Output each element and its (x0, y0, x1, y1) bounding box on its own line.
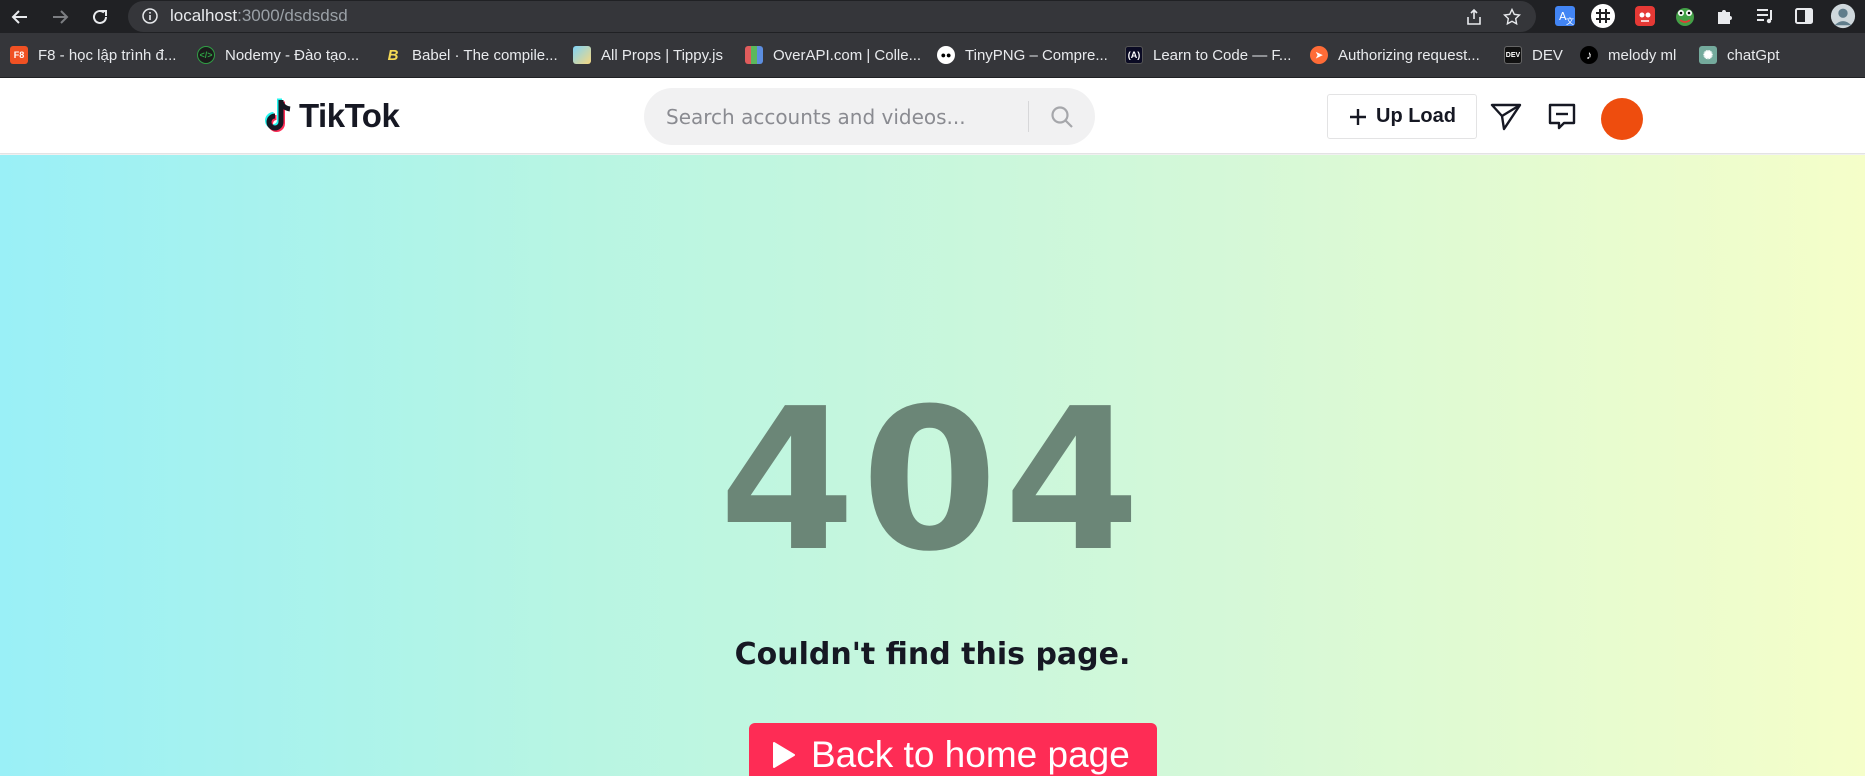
url-text[interactable]: localhost:3000/dsdsdsd (170, 6, 348, 26)
bookmark-label: Learn to Code — F... (1153, 46, 1292, 64)
bookmark-postman[interactable]: ➤ Authorizing request... (1310, 44, 1480, 66)
send-icon[interactable] (1489, 100, 1523, 134)
bookmark-label: melody ml (1608, 46, 1677, 64)
bookmark-melody[interactable]: ♪ melody ml (1580, 44, 1676, 66)
error-code: 404 (718, 367, 1147, 595)
bookmarks-bar: F8 F8 - học lập trình đ... </> Nodemy - … (0, 33, 1865, 78)
media-list-icon[interactable] (1752, 3, 1778, 29)
logo-text: TikTok (299, 97, 400, 134)
error-message: Couldn't find this page. (734, 637, 1131, 672)
bookmark-overapi[interactable]: OverAPI.com | Colle... (745, 44, 921, 66)
profile-icon[interactable] (1830, 3, 1856, 29)
dev-icon: DEV (1504, 46, 1522, 64)
bookmark-label: Babel · The compile... (412, 46, 558, 64)
bookmark-label: DEV (1532, 46, 1563, 64)
search-button[interactable] (1038, 96, 1086, 137)
not-found-page: 404 Couldn't find this page. Back to hom… (0, 155, 1865, 776)
search-box (644, 88, 1095, 145)
app-header: TikTok Up Load (0, 78, 1865, 154)
search-input[interactable] (666, 88, 1056, 145)
bookmark-label: All Props | Tippy.js (601, 46, 723, 64)
reload-icon[interactable] (87, 4, 113, 30)
mascot-icon[interactable] (1632, 3, 1658, 29)
tiktok-icon: ♪ (1580, 46, 1598, 64)
bookmark-tippy[interactable]: All Props | Tippy.js (573, 44, 723, 66)
arrow-left-icon[interactable] (7, 4, 33, 30)
tippy-icon (573, 46, 591, 64)
tiktok-note-icon (265, 98, 291, 132)
bookmark-babel[interactable]: B Babel · The compile... (384, 44, 558, 66)
share-icon[interactable] (1463, 6, 1485, 28)
tiktok-logo[interactable]: TikTok (263, 96, 400, 136)
bookmark-chatgpt[interactable]: ✺ chatGpt (1699, 44, 1780, 66)
svg-text:文: 文 (1566, 16, 1574, 26)
arrow-right-icon[interactable] (47, 4, 73, 30)
avatar[interactable] (1601, 98, 1643, 140)
frog-icon[interactable] (1672, 3, 1698, 29)
puzzle-icon[interactable] (1712, 3, 1738, 29)
bookmark-tinypng[interactable]: ●● TinyPNG – Compre... (937, 44, 1108, 66)
bookmark-label: Authorizing request... (1338, 46, 1480, 64)
address-bar[interactable]: localhost:3000/dsdsdsd (128, 1, 1536, 32)
url-path: :3000/dsdsdsd (237, 6, 348, 25)
message-icon[interactable] (1545, 100, 1579, 134)
side-panel-icon[interactable] (1791, 3, 1817, 29)
bookmark-freecodecamp[interactable]: (A) Learn to Code — F... (1125, 44, 1291, 66)
upload-button[interactable]: Up Load (1327, 94, 1477, 139)
code-icon: </> (197, 46, 215, 64)
translate-icon[interactable]: A文 (1552, 3, 1578, 29)
plus-icon (1350, 108, 1366, 125)
url-host: localhost (170, 6, 238, 25)
browser-toolbar: localhost:3000/dsdsdsd A文 (0, 0, 1865, 33)
freecodecamp-icon: (A) (1125, 46, 1143, 64)
bookmark-dev[interactable]: DEV DEV (1504, 44, 1563, 66)
bookmark-label: chatGpt (1727, 46, 1780, 64)
back-home-button[interactable]: Back to home page (749, 723, 1157, 776)
search-icon (1051, 105, 1073, 128)
upload-label: Up Load (1376, 105, 1456, 127)
info-icon[interactable] (142, 8, 158, 29)
bookmark-f8[interactable]: F8 F8 - học lập trình đ... (10, 44, 176, 66)
bookmark-nodemy[interactable]: </> Nodemy - Đào tạo... (197, 44, 359, 66)
bookmark-label: Nodemy - Đào tạo... (225, 46, 360, 64)
chatgpt-icon: ✺ (1699, 46, 1717, 64)
babel-icon: B (387, 46, 399, 64)
back-home-label: Back to home page (811, 734, 1130, 775)
f8-icon: F8 (10, 46, 28, 64)
search-divider (1028, 101, 1029, 132)
bookmark-label: TinyPNG – Compre... (965, 46, 1108, 64)
panda-icon: ●● (937, 46, 955, 64)
bookmark-label: OverAPI.com | Colle... (773, 46, 922, 64)
bookmark-label: F8 - học lập trình đ... (38, 46, 177, 64)
postman-icon: ➤ (1310, 46, 1328, 64)
star-icon[interactable] (1501, 6, 1523, 28)
overapi-icon (745, 46, 763, 64)
hashtag-icon[interactable] (1590, 3, 1616, 29)
play-icon (773, 742, 795, 768)
